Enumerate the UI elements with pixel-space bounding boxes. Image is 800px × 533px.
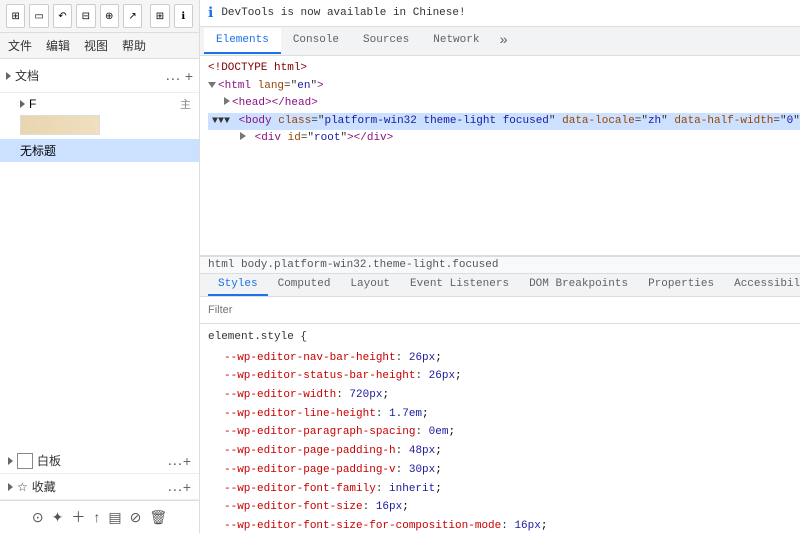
favorites-add-btn[interactable]: +: [183, 479, 191, 495]
toolbar-btn-2[interactable]: ▭: [29, 4, 48, 28]
menu-bar: 文件 编辑 视图 帮助: [0, 33, 199, 59]
dom-panel: <!DOCTYPE html> <html lang="en"> <head><…: [200, 56, 800, 256]
doc-section: 文档 … +: [0, 59, 199, 93]
notif-icon: ℹ: [208, 5, 213, 22]
doc-more-btn[interactable]: …: [165, 68, 181, 84]
body-ellipsis: ▼▼▼: [212, 116, 230, 127]
menu-edit[interactable]: 编辑: [44, 35, 72, 56]
expand-html-icon: [208, 82, 216, 88]
untitled-label: 无标题: [20, 142, 56, 159]
styles-tab-layout[interactable]: Layout: [340, 274, 400, 296]
styles-tab-properties[interactable]: Properties: [638, 274, 724, 296]
styles-tab-styles[interactable]: Styles: [208, 274, 268, 296]
left-panel-bottom: ⊙ ✦ ＋ ↑ ▤ ⊘ 🗑: [0, 500, 199, 533]
notif-text: DevTools is now available in Chinese!: [221, 7, 800, 19]
doc-header-left: 文档: [6, 67, 39, 84]
tab-more[interactable]: »: [491, 27, 515, 55]
tab-sources[interactable]: Sources: [351, 28, 421, 54]
toolbar-btn-3[interactable]: ↶: [53, 4, 72, 28]
tab-elements[interactable]: Elements: [204, 28, 281, 54]
css-prop-7[interactable]: --wp-editor-page-padding-v: 30px;: [208, 461, 800, 480]
styles-tabs: Styles Computed Layout Event Listeners D…: [200, 274, 800, 297]
css-prop-5[interactable]: --wp-editor-paragraph-spacing: 0em;: [208, 423, 800, 442]
filter-input[interactable]: [208, 304, 800, 316]
toolbar-btn-4[interactable]: ⊟: [76, 4, 95, 28]
menu-help[interactable]: 帮助: [120, 35, 148, 56]
toolbar-btn-grid[interactable]: ⊞: [150, 4, 169, 28]
css-prop-1[interactable]: --wp-editor-nav-bar-height: 26px;: [208, 349, 800, 368]
expand-head-icon: [224, 97, 230, 105]
bottom-icon-2[interactable]: ✦: [52, 509, 64, 526]
doc-header: 文档 … +: [6, 65, 193, 86]
whiteboard-icon: [17, 453, 33, 469]
untitled-item[interactable]: 无标题: [0, 139, 199, 162]
dom-line-head[interactable]: <head></head>: [208, 95, 800, 113]
css-prop-10[interactable]: --wp-editor-font-size-for-composition-mo…: [208, 517, 800, 533]
css-prop-9[interactable]: --wp-editor-font-size: 16px;: [208, 498, 800, 517]
f-label: F: [29, 97, 36, 111]
bottom-icon-trash[interactable]: 🗑: [149, 509, 167, 526]
left-panel: ⊞ ▭ ↶ ⊟ ⊕ ↗ ⊞ ℹ 文件 编辑 视图 帮助 文档 … + F: [0, 0, 200, 533]
tab-network[interactable]: Network: [421, 28, 491, 54]
menu-file[interactable]: 文件: [6, 35, 34, 56]
toolbar: ⊞ ▭ ↶ ⊟ ⊕ ↗ ⊞ ℹ: [0, 0, 199, 33]
notification-bar: ℹ DevTools is now available in Chinese! …: [200, 0, 800, 27]
favorites-section: ☆ 收藏 … +: [0, 474, 199, 500]
whiteboard-section: 白板 … +: [0, 448, 199, 474]
toolbar-btn-1[interactable]: ⊞: [6, 4, 25, 28]
devtools-tabs: Elements Console Sources Network » 1 ⚙ ⋮: [200, 27, 800, 56]
dom-breadcrumb: html body.platform-win32.theme-light.foc…: [200, 256, 800, 274]
css-prop-2[interactable]: --wp-editor-status-bar-height: 26px;: [208, 367, 800, 386]
dom-line-body[interactable]: ▼▼▼ <body class="platform-win32 theme-li…: [208, 113, 800, 131]
bottom-icon-4[interactable]: ↑: [93, 509, 100, 525]
whiteboard-more-btn[interactable]: …: [167, 453, 183, 469]
favorites-label: 收藏: [32, 478, 56, 495]
css-rule-selector[interactable]: element.style {: [208, 328, 800, 347]
toolbar-btn-info[interactable]: ℹ: [174, 4, 193, 28]
doctype-line: <!DOCTYPE html>: [208, 60, 800, 78]
css-prop-3[interactable]: --wp-editor-width: 720px;: [208, 386, 800, 405]
doc-label: 文档: [15, 67, 39, 84]
color-swatch: [20, 115, 100, 135]
bottom-icon-1[interactable]: ⊙: [32, 509, 44, 526]
star-icon: ☆: [17, 480, 28, 494]
bottom-icon-5[interactable]: ▤: [108, 509, 121, 526]
dom-line-root[interactable]: <div id="root"></div>: [208, 130, 800, 148]
css-prop-4[interactable]: --wp-editor-line-height: 1.7em;: [208, 405, 800, 424]
bottom-icon-6[interactable]: ⊘: [130, 509, 142, 526]
expand-icon: [6, 72, 11, 80]
whiteboard-add-btn[interactable]: +: [183, 453, 191, 469]
f-expand-icon: [20, 100, 25, 108]
page-label: 主: [180, 96, 191, 112]
styles-tab-accessibility[interactable]: Accessibility: [724, 274, 800, 296]
devtools-panel: ℹ DevTools is now available in Chinese! …: [200, 0, 800, 533]
css-rules: element.style { --wp-editor-nav-bar-heig…: [200, 324, 800, 533]
f-item[interactable]: F 主: [0, 93, 199, 115]
filter-bar: :hov .cls +: [200, 297, 800, 324]
toolbar-btn-6[interactable]: ↗: [123, 4, 142, 28]
styles-panel: Styles Computed Layout Event Listeners D…: [200, 274, 800, 533]
tab-console[interactable]: Console: [281, 28, 351, 54]
favorites-more-btn[interactable]: …: [167, 479, 183, 495]
whiteboard-label: 白板: [37, 452, 61, 469]
toolbar-btn-5[interactable]: ⊕: [100, 4, 119, 28]
expand-root-icon: [240, 132, 246, 140]
bottom-icon-3[interactable]: ＋: [71, 507, 85, 527]
favorites-expand-icon: [8, 483, 13, 491]
styles-tab-dom-breakpoints[interactable]: DOM Breakpoints: [519, 274, 638, 296]
css-prop-6[interactable]: --wp-editor-page-padding-h: 48px;: [208, 442, 800, 461]
styles-tab-event-listeners[interactable]: Event Listeners: [400, 274, 519, 296]
menu-view[interactable]: 视图: [82, 35, 110, 56]
doc-add-btn[interactable]: +: [185, 68, 193, 84]
whiteboard-expand-icon: [8, 457, 13, 465]
css-prop-8[interactable]: --wp-editor-font-family: inherit;: [208, 480, 800, 499]
dom-line-html[interactable]: <html lang="en">: [208, 78, 800, 96]
styles-tab-computed[interactable]: Computed: [268, 274, 341, 296]
